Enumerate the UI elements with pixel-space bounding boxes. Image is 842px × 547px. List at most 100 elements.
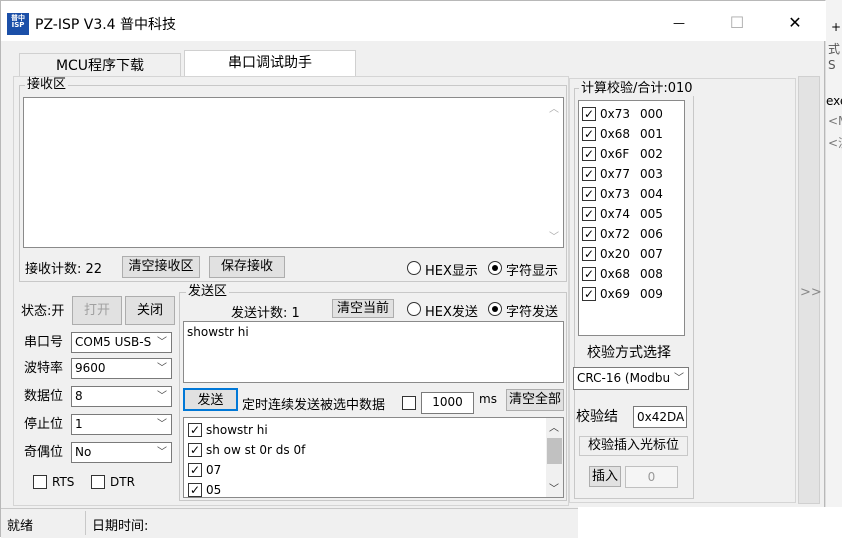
- dtr-checkbox[interactable]: [91, 475, 105, 489]
- chevron-down-icon: ﹀: [157, 419, 167, 430]
- parity-label: 奇偶位: [24, 445, 64, 460]
- scroll-up-icon[interactable]: ︿: [549, 419, 559, 434]
- list-item-checkbox[interactable]: ✓: [188, 483, 202, 497]
- checksum-checkbox[interactable]: ✓: [582, 267, 596, 281]
- checksum-row[interactable]: ✓ 0x69 009: [582, 284, 682, 304]
- checksum-index: 000: [640, 107, 663, 121]
- checksum-checkbox[interactable]: ✓: [582, 167, 596, 181]
- status-ready: 就绪: [7, 519, 34, 534]
- insert-cursor-button[interactable]: 校验插入光标位: [579, 436, 688, 456]
- checksum-checkbox[interactable]: ✓: [582, 107, 596, 121]
- checksum-index: 001: [640, 127, 663, 141]
- checksum-checkbox[interactable]: ✓: [582, 207, 596, 221]
- interval-unit: ms: [479, 392, 497, 406]
- close-port-button[interactable]: 关闭: [125, 296, 175, 325]
- data-bits-label: 数据位: [24, 389, 64, 404]
- checksum-hex: 0x77: [600, 167, 631, 181]
- receive-textarea[interactable]: ︿ ﹀: [23, 97, 564, 248]
- checksum-row[interactable]: ✓ 0x20 007: [582, 244, 682, 264]
- bg-text: <M: [828, 114, 842, 128]
- parity-select[interactable]: No ﹀: [71, 442, 172, 463]
- checksum-method-label: 校验方式选择: [587, 345, 671, 361]
- clear-all-button[interactable]: 清空全部: [506, 389, 564, 411]
- tab-mcu-download[interactable]: MCU程序下载: [19, 53, 181, 77]
- status-datetime: 日期时间:: [92, 519, 149, 534]
- data-bits-select[interactable]: 8 ﹀: [71, 386, 172, 407]
- list-item[interactable]: ✓ showstr hi: [188, 420, 538, 440]
- checksum-row[interactable]: ✓ 0x77 003: [582, 164, 682, 184]
- checksum-row[interactable]: ✓ 0x73 000: [582, 104, 682, 124]
- tab-serial-assistant[interactable]: 串口调试助手: [184, 50, 356, 78]
- maximize-button[interactable]: ☐: [714, 9, 760, 37]
- char-display-radio[interactable]: [488, 261, 502, 275]
- clear-receive-button[interactable]: 清空接收区: [122, 256, 200, 278]
- checksum-row[interactable]: ✓ 0x73 004: [582, 184, 682, 204]
- checksum-checkbox[interactable]: ✓: [582, 247, 596, 261]
- char-send-radio[interactable]: [488, 302, 502, 316]
- clear-current-button[interactable]: 清空当前: [332, 299, 394, 318]
- checksum-checkbox[interactable]: ✓: [582, 127, 596, 141]
- baud-label: 波特率: [24, 361, 64, 376]
- checksum-checkbox[interactable]: ✓: [582, 287, 596, 301]
- scroll-thumb[interactable]: [547, 438, 562, 464]
- checksum-index: 007: [640, 247, 663, 261]
- checksum-hex: 0x68: [600, 127, 631, 141]
- minimize-button[interactable]: —: [656, 9, 702, 37]
- bg-text: <汉: [828, 136, 842, 150]
- send-list-scrollbar[interactable]: ︿ ﹀: [546, 418, 563, 497]
- send-button[interactable]: 发送: [183, 388, 238, 411]
- checksum-checkbox[interactable]: ✓: [582, 187, 596, 201]
- checksum-row[interactable]: ✓ 0x68 001: [582, 124, 682, 144]
- app-logo-icon: 普中ISP: [7, 13, 29, 35]
- hex-send-radio[interactable]: [407, 302, 421, 316]
- list-item-checkbox[interactable]: ✓: [188, 423, 202, 437]
- checksum-row[interactable]: ✓ 0x72 006: [582, 224, 682, 244]
- interval-input[interactable]: 1000: [421, 392, 474, 414]
- expand-icon[interactable]: >>: [800, 285, 822, 300]
- stop-bits-select[interactable]: 1 ﹀: [71, 414, 172, 435]
- timer-send-checkbox[interactable]: [402, 396, 416, 410]
- checksum-index: 008: [640, 267, 663, 281]
- title-bar[interactable]: 普中ISP PZ-ISP V3.4 普中科技 — ☐ ✕: [1, 1, 826, 41]
- chevron-down-icon: ﹀: [672, 368, 684, 389]
- hex-display-radio[interactable]: [407, 261, 421, 275]
- expand-panel-strip[interactable]: >>: [798, 76, 822, 504]
- checksum-index: 005: [640, 207, 663, 221]
- bg-text: +: [831, 20, 842, 34]
- list-item-text: 07: [206, 463, 222, 477]
- checksum-row[interactable]: ✓ 0x74 005: [582, 204, 682, 224]
- checksum-result-label: 校验结: [576, 409, 618, 425]
- list-item-checkbox[interactable]: ✓: [188, 443, 202, 457]
- checksum-index: 004: [640, 187, 663, 201]
- scroll-down-icon[interactable]: ﹀: [549, 228, 559, 243]
- list-item[interactable]: ✓ 07: [188, 460, 538, 480]
- checksum-list[interactable]: ✓ 0x73 000 ✓ 0x68 001 ✓ 0x6F 002 ✓ 0x77 003 ✓ 0x7…: [578, 100, 685, 336]
- checksum-method-select[interactable]: CRC-16 (Modbu ﹀: [573, 367, 689, 390]
- scroll-up-icon[interactable]: ︿: [549, 100, 559, 115]
- port-label: 串口号: [24, 335, 64, 350]
- stop-bits-value: 1: [75, 417, 83, 431]
- checksum-row[interactable]: ✓ 0x68 008: [582, 264, 682, 284]
- chevron-down-icon: ﹀: [157, 391, 167, 402]
- checksum-result-field: 0x42DA: [633, 406, 687, 428]
- open-port-button[interactable]: 打开: [72, 296, 122, 325]
- checksum-hex: 0x20: [600, 247, 631, 261]
- send-textarea[interactable]: showstr hi: [183, 321, 564, 383]
- insert-position-field[interactable]: 0: [625, 466, 678, 488]
- rts-checkbox[interactable]: [33, 475, 47, 489]
- checksum-checkbox[interactable]: ✓: [582, 227, 596, 241]
- receive-scrollbar[interactable]: ︿ ﹀: [546, 98, 563, 247]
- list-item[interactable]: ✓ sh ow st 0r ds 0f: [188, 440, 538, 460]
- insert-button[interactable]: 插入: [589, 466, 621, 487]
- list-item-checkbox[interactable]: ✓: [188, 463, 202, 477]
- save-receive-button[interactable]: 保存接收: [209, 256, 285, 278]
- close-button[interactable]: ✕: [772, 9, 818, 37]
- checksum-row[interactable]: ✓ 0x6F 002: [582, 144, 682, 164]
- baud-select[interactable]: 9600 ﹀: [71, 358, 172, 379]
- checksum-checkbox[interactable]: ✓: [582, 147, 596, 161]
- port-select[interactable]: COM5 USB-S ﹀: [71, 332, 172, 353]
- list-item[interactable]: ✓ 05: [188, 480, 538, 500]
- checksum-index: 009: [640, 287, 663, 301]
- send-items-list[interactable]: ✓ showstr hi ✓ sh ow st 0r ds 0f ✓ 07 ✓ …: [183, 417, 564, 498]
- scroll-down-icon[interactable]: ﹀: [549, 480, 559, 495]
